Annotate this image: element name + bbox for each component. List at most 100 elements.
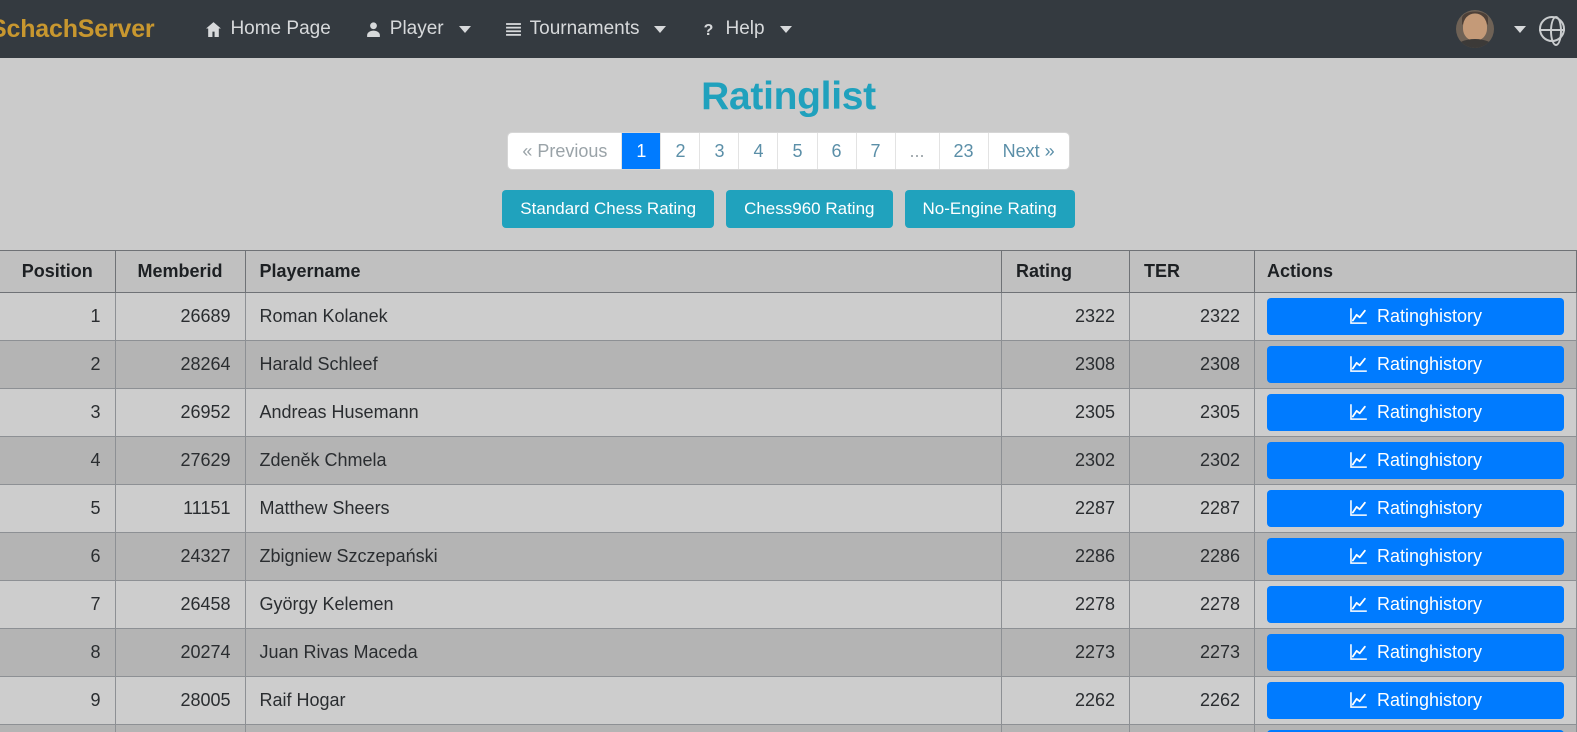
column-header-rating[interactable]: Rating — [1001, 250, 1130, 293]
cell-rating: 2287 — [1001, 484, 1130, 533]
chart-line-icon — [1350, 596, 1367, 612]
cell-playername: Roman Kolanek — [245, 292, 1002, 341]
globe-icon[interactable] — [1539, 16, 1565, 46]
column-header-actions: Actions — [1254, 250, 1577, 293]
cell-rating: 2286 — [1001, 532, 1130, 581]
chart-line-icon — [1350, 644, 1367, 660]
pagination-page-6[interactable]: 6 — [817, 133, 857, 169]
chevron-down-icon — [458, 25, 471, 33]
ratinghistory-button[interactable]: Ratinghistory — [1267, 586, 1564, 623]
cell-actions: Ratinghistory — [1254, 340, 1577, 389]
cell-rating: 2302 — [1001, 436, 1130, 485]
table-header: Position Memberid Playername Rating TER … — [0, 250, 1577, 293]
cell-actions: Ratinghistory — [1254, 724, 1577, 732]
chart-line-icon — [1350, 404, 1367, 420]
nav-item-home-page-label: Home Page — [230, 18, 331, 39]
pagination-previous[interactable]: « Previous — [508, 133, 623, 169]
cell-playername: Zbigniew Szczepański — [245, 532, 1002, 581]
chess960-rating-button[interactable]: Chess960 Rating — [726, 190, 893, 228]
avatar-body — [1457, 39, 1493, 48]
ratinghistory-button[interactable]: Ratinghistory — [1267, 634, 1564, 671]
ratinghistory-button[interactable]: Ratinghistory — [1267, 442, 1564, 479]
column-header-position[interactable]: Position — [0, 250, 116, 293]
cell-memberid: 20274 — [115, 628, 246, 677]
column-header-playername[interactable]: Playername — [245, 250, 1002, 293]
pagination: « Previous 1 2 3 4 5 6 7 ... 23 Next » — [508, 133, 1069, 169]
ratinghistory-button[interactable]: Ratinghistory — [1267, 298, 1564, 335]
avatar[interactable] — [1456, 10, 1494, 48]
ratinghistory-button[interactable]: Ratinghistory — [1267, 682, 1564, 719]
pagination-page-7[interactable]: 7 — [856, 133, 896, 169]
cell-actions: Ratinghistory — [1254, 580, 1577, 629]
nav-item-home-page[interactable]: Home Page — [188, 12, 347, 46]
chevron-down-icon — [779, 25, 792, 33]
cell-rating: 2259 — [1001, 724, 1130, 732]
cell-playername: Zdeněk Chmela — [245, 436, 1002, 485]
question-icon: ? — [700, 21, 717, 37]
pagination-next[interactable]: Next » — [988, 133, 1069, 169]
cell-actions: Ratinghistory — [1254, 628, 1577, 677]
cell-playername: Juan Rivas Maceda — [245, 628, 1002, 677]
cell-ter: 2287 — [1129, 484, 1255, 533]
no-engine-rating-button[interactable]: No-Engine Rating — [904, 190, 1075, 228]
cell-position: 6 — [0, 532, 116, 581]
column-header-ter[interactable]: TER — [1129, 250, 1255, 293]
cell-memberid: 26689 — [115, 292, 246, 341]
cell-ter: 2262 — [1129, 676, 1255, 725]
ratinghistory-button[interactable]: Ratinghistory — [1267, 538, 1564, 575]
cell-playername: György Kelemen — [245, 580, 1002, 629]
avatar-head — [1463, 13, 1487, 41]
svg-text:?: ? — [704, 21, 714, 37]
nav-item-help[interactable]: ? Help — [683, 12, 808, 46]
pagination-page-5[interactable]: 5 — [778, 133, 818, 169]
pagination-page-1[interactable]: 1 — [622, 133, 662, 169]
table-row: 8 20274 Juan Rivas Maceda 2273 2273 Ratinghis… — [0, 628, 1577, 677]
table-row: 3 26952 Andreas Husemann 2305 2305 Ratinghist… — [0, 388, 1577, 437]
table-row: 5 11151 Matthew Sheers 2287 2287 Ratinghistor… — [0, 484, 1577, 533]
table-body: 1 26689 Roman Kolanek 2322 2322 Ratinghistory… — [0, 292, 1577, 732]
cell-position: 3 — [0, 388, 116, 437]
nav-item-player[interactable]: Player — [348, 12, 488, 46]
pagination-page-3[interactable]: 3 — [700, 133, 740, 169]
cell-actions: Ratinghistory — [1254, 676, 1577, 725]
pagination-ellipsis: ... — [895, 133, 940, 169]
table-header-row: Position Memberid Playername Rating TER … — [0, 250, 1577, 293]
cell-ter: 2273 — [1129, 628, 1255, 677]
cell-position: 8 — [0, 628, 116, 677]
ratinglist-table: Position Memberid Playername Rating TER … — [0, 250, 1577, 732]
pagination-page-last[interactable]: 23 — [939, 133, 989, 169]
rating-filter-buttons: Standard Chess Rating Chess960 Rating No… — [0, 190, 1577, 228]
site-brand[interactable]: her SchachServer — [0, 15, 155, 44]
navbar-menu: Home Page Player Tournaments ? Help — [188, 12, 808, 46]
cell-memberid: 24327 — [115, 532, 246, 581]
cell-position: 2 — [0, 340, 116, 389]
ratinghistory-button[interactable]: Ratinghistory — [1267, 490, 1564, 527]
ratinglist-table-wrapper: Position Memberid Playername Rating TER … — [0, 250, 1577, 732]
ratinghistory-button-label: Ratinghistory — [1376, 306, 1483, 326]
cell-ter: 2259 — [1129, 724, 1255, 732]
table-row: 9 28005 Raif Hogar 2262 2262 Ratinghistory — [0, 676, 1577, 725]
cell-actions: Ratinghistory — [1254, 436, 1577, 485]
column-header-memberid[interactable]: Memberid — [115, 250, 246, 293]
pagination-page-2[interactable]: 2 — [661, 133, 701, 169]
cell-playername: Chris Callow — [245, 724, 1002, 732]
ratinghistory-button-label: Ratinghistory — [1376, 642, 1483, 662]
pagination-page-4[interactable]: 4 — [739, 133, 779, 169]
table-row: 2 28264 Harald Schleef 2308 2308 Ratinghistor… — [0, 340, 1577, 389]
table-row: 7 26458 György Kelemen 2278 2278 Ratinghistor… — [0, 580, 1577, 629]
cell-rating: 2262 — [1001, 676, 1130, 725]
navbar-right-section — [1456, 0, 1565, 58]
cell-position: 9 — [0, 676, 116, 725]
account-chevron-down-icon[interactable] — [1514, 25, 1526, 33]
nav-item-tournaments[interactable]: Tournaments — [488, 12, 684, 46]
cell-actions: Ratinghistory — [1254, 532, 1577, 581]
ratinghistory-button-label: Ratinghistory — [1376, 450, 1483, 470]
standard-chess-rating-button[interactable]: Standard Chess Rating — [502, 190, 715, 228]
ratinghistory-button-label: Ratinghistory — [1376, 354, 1483, 374]
pagination-wrapper: « Previous 1 2 3 4 5 6 7 ... 23 Next » — [0, 133, 1577, 169]
ratinghistory-button[interactable]: Ratinghistory — [1267, 394, 1564, 431]
cell-playername: Matthew Sheers — [245, 484, 1002, 533]
ratinghistory-button[interactable]: Ratinghistory — [1267, 346, 1564, 383]
cell-memberid: 28264 — [115, 340, 246, 389]
cell-memberid: 28005 — [115, 676, 246, 725]
